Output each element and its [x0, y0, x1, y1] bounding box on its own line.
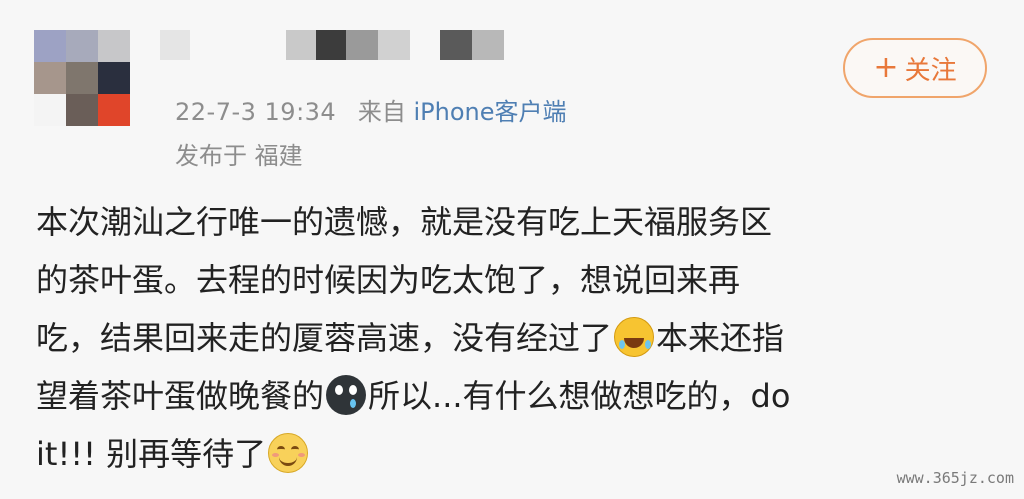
follow-label: 关注	[904, 55, 957, 86]
content-line: 本次潮汕之行唯一的遗憾，就是没有吃上天福服务区	[36, 203, 773, 241]
avatar[interactable]	[34, 30, 130, 126]
content-line: it!!! 别再等待了	[36, 425, 991, 483]
smiling-emoji-icon	[268, 433, 309, 473]
post-content: 本次潮汕之行唯一的遗憾，就是没有吃上天福服务区 的茶叶蛋。去程的时候因为吃太饱了…	[36, 193, 991, 483]
username[interactable]	[160, 30, 504, 64]
sad-crying-emoji-icon	[326, 375, 367, 415]
content-line: 望着茶叶蛋做晚餐的 所以...有什么想做想吃的，do	[36, 367, 991, 425]
follow-button[interactable]: + 关注	[843, 38, 987, 98]
post-location: 发布于 福建	[175, 142, 303, 170]
content-text: 所以...有什么想做想吃的，do	[368, 377, 791, 415]
post-timestamp: 22-7-3 19:34	[175, 98, 337, 126]
content-line: 的茶叶蛋。去程的时候因为吃太饱了，想说回来再	[36, 261, 741, 299]
content-text: 本来还指	[656, 319, 785, 357]
content-text: it!!! 别再等待了	[36, 435, 267, 473]
content-text: 望着茶叶蛋做晚餐的	[36, 377, 325, 415]
content-text: 吃，结果回来走的厦蓉高速，没有经过了	[36, 319, 613, 357]
plus-icon: +	[873, 50, 899, 85]
source-prefix: 来自	[357, 98, 406, 126]
laughing-crying-emoji-icon	[614, 317, 655, 357]
weibo-post-card: + 关注 22-7-3 19:34 来自 iPhone客户端 发布于 福建 本次…	[0, 0, 1024, 499]
content-line: 吃，结果回来走的厦蓉高速，没有经过了 本来还指	[36, 309, 991, 367]
watermark: www.365jz.com	[896, 469, 1014, 487]
source-client-link[interactable]: iPhone客户端	[413, 98, 566, 126]
post-meta: 22-7-3 19:34 来自 iPhone客户端	[175, 92, 567, 127]
